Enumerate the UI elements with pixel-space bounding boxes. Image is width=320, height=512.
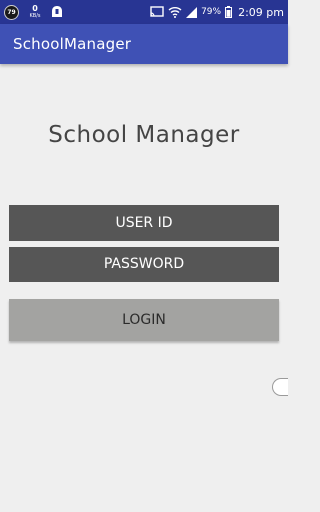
wifi-icon — [168, 6, 182, 18]
battery-percent: 79% — [201, 7, 222, 17]
app-title: SchoolManager — [13, 35, 132, 53]
network-speed-value: 0 — [32, 4, 38, 13]
network-speed-unit: KB/s — [29, 13, 41, 19]
notification-count-badge: 79 — [4, 4, 19, 20]
user-id-field[interactable]: USER ID — [9, 205, 279, 241]
page-title: School Manager — [48, 122, 240, 148]
status-bar-right: 79% 2:09 pm — [150, 3, 284, 21]
signal-icon — [186, 6, 198, 18]
app-notification-icon — [51, 5, 63, 19]
app-bar: SchoolManager — [0, 24, 288, 64]
cast-icon — [150, 6, 164, 18]
clock: 2:09 pm — [238, 5, 284, 19]
login-button[interactable]: LOGIN — [9, 299, 279, 341]
status-bar-left: 79 0 KB/s — [4, 3, 63, 21]
network-speed: 0 KB/s — [28, 5, 42, 19]
battery-icon — [225, 6, 233, 18]
floating-side-handle[interactable] — [272, 378, 288, 396]
status-bar: 79 0 KB/s 79% 2:09 pm — [0, 0, 288, 24]
password-field[interactable]: PASSWORD — [9, 247, 279, 282]
